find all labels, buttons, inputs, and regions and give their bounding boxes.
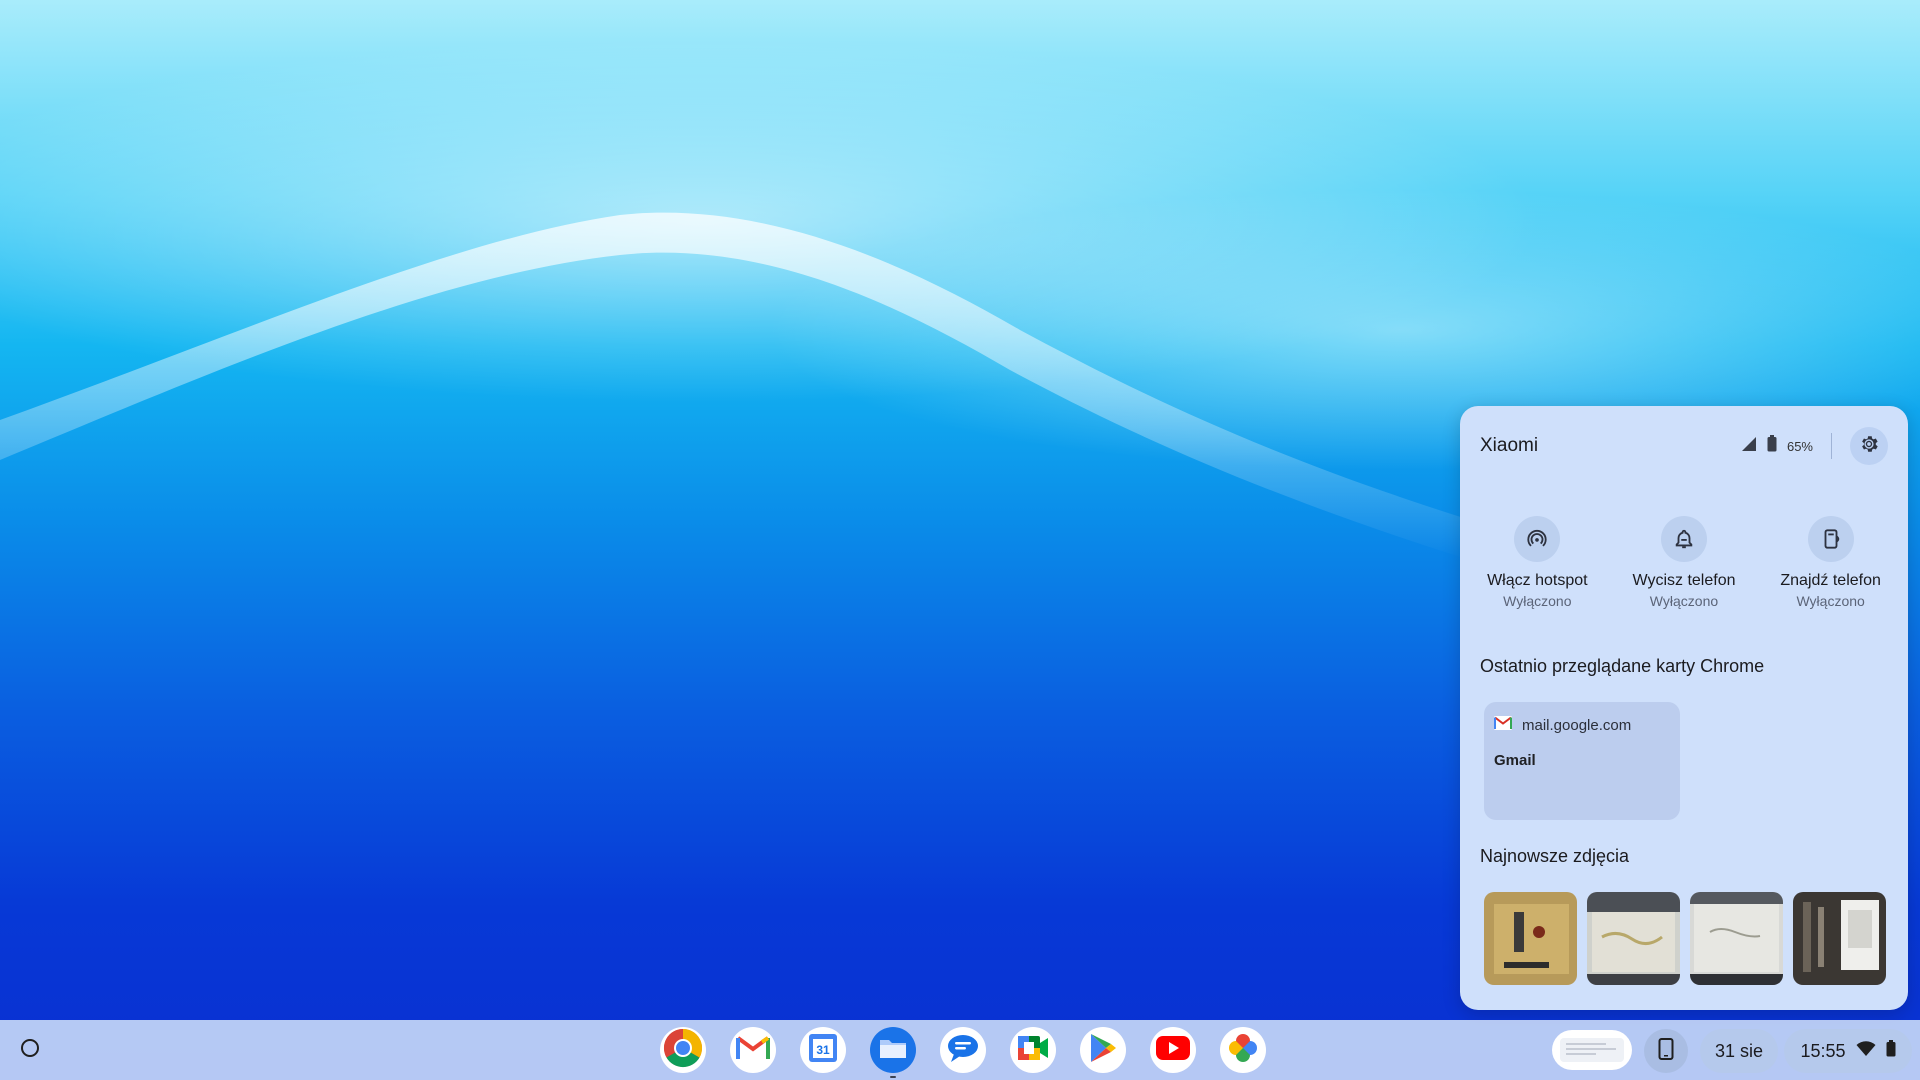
signal-icon [1741,436,1757,457]
chrome-app[interactable] [660,1027,706,1073]
phone-hub-header: Xiaomi 65% [1480,406,1888,486]
gear-icon [1858,433,1880,460]
gmail-favicon-icon [1494,716,1512,735]
gmail-app[interactable] [730,1027,776,1073]
quick-actions: Włącz hotspot Wyłączono Wycisz telefon W… [1460,516,1908,609]
phone-status: 65% [1741,427,1888,465]
messages-icon [946,1032,980,1069]
chrome-icon [663,1028,703,1073]
silence-phone-status: Wyłączono [1649,593,1719,609]
recent-photo[interactable] [1690,892,1783,985]
launcher-button[interactable] [18,1038,42,1062]
holding-space-button[interactable] [1552,1030,1632,1070]
find-phone-toggle[interactable]: Znajdź telefon Wyłączono [1761,516,1901,609]
recent-photo[interactable] [1587,892,1680,985]
launcher-circle-icon [20,1038,40,1063]
phone-battery-icon [1767,435,1777,457]
recent-photo[interactable] [1484,892,1577,985]
header-divider [1831,433,1832,459]
device-name: Xiaomi [1480,435,1539,456]
hotspot-icon [1514,516,1561,562]
calendar-app[interactable]: 31 [800,1027,846,1073]
play-store-icon [1088,1032,1118,1069]
phone-hub-tray-button[interactable] [1644,1029,1688,1073]
hotspot-status: Wyłączono [1503,593,1572,609]
files-app[interactable] [870,1027,916,1078]
recent-photos-title: Najnowsze zdjęcia [1480,846,1630,866]
silence-phone-label: Wycisz telefon [1632,572,1736,589]
folder-icon [878,1036,908,1065]
silence-phone-toggle[interactable]: Wycisz telefon Wyłączono [1614,516,1754,609]
recent-tab-card[interactable]: mail.google.com Gmail [1484,702,1680,820]
date-text: 31 sie [1714,1040,1764,1061]
battery-icon [1886,1040,1896,1062]
find-phone-status: Wyłączono [1796,593,1865,609]
phone-icon [1658,1037,1674,1065]
find-phone-icon [1807,516,1854,562]
shelf: 31 31 sie 15:55 [0,1020,1920,1080]
date-tray-button[interactable]: 31 sie [1700,1029,1778,1073]
holding-space-preview-icon [1552,1038,1632,1070]
recent-photo[interactable] [1793,892,1886,985]
silence-bell-icon [1660,516,1707,562]
youtube-app[interactable] [1150,1027,1196,1073]
photos-app[interactable] [1220,1027,1266,1073]
tab-title: Gmail [1494,752,1536,769]
google-photos-icon [1226,1031,1260,1070]
pinned-apps: 31 [660,1027,1266,1078]
recent-photos [1484,892,1886,985]
recent-tabs-title: Ostatnio przeglądane karty Chrome [1480,656,1765,676]
phone-hub-settings-button[interactable] [1850,427,1888,465]
calendar-day: 31 [816,1043,830,1057]
play-store-app[interactable] [1080,1027,1126,1073]
hotspot-label: Włącz hotspot [1487,572,1588,589]
battery-percent: 65% [1786,438,1813,454]
meet-app[interactable] [1010,1027,1056,1073]
gmail-icon [736,1035,770,1066]
calendar-icon: 31 [807,1032,839,1069]
hotspot-toggle[interactable]: Włącz hotspot Wyłączono [1467,516,1607,609]
phone-hub-panel: Xiaomi 65% Włącz hotspot Wyłączono Wycis… [1460,406,1908,1010]
meet-icon [1016,1034,1050,1067]
youtube-icon [1155,1035,1191,1066]
find-phone-label: Znajdź telefon [1780,572,1881,589]
status-area-button[interactable]: 15:55 [1784,1029,1912,1073]
tab-url-row: mail.google.com [1494,716,1631,735]
wifi-icon [1856,1040,1876,1062]
messages-app[interactable] [940,1027,986,1073]
tab-url: mail.google.com [1522,717,1632,734]
clock-text: 15:55 [1800,1040,1846,1061]
app-running-indicator [890,1076,896,1078]
